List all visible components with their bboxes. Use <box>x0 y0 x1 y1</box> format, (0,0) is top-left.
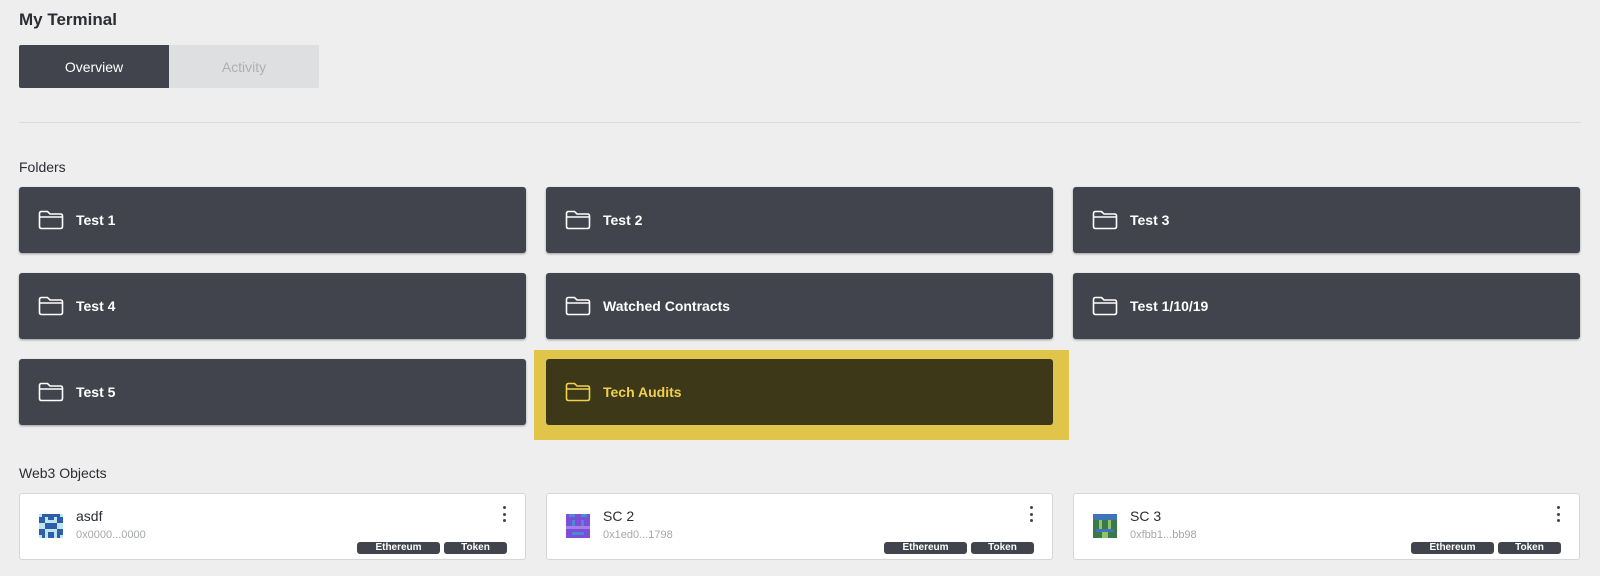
folder-watched-contracts[interactable]: Watched Contracts <box>546 273 1053 339</box>
tab-bar: Overview Activity <box>19 45 319 88</box>
folder-label: Watched Contracts <box>603 298 731 314</box>
folder-label: Test 3 <box>1130 212 1170 228</box>
web3-object-address: 0x0000...0000 <box>76 529 146 541</box>
web3-object-name: asdf <box>76 508 103 524</box>
page-title: My Terminal <box>19 10 117 29</box>
tag-list: Ethereum Token <box>1411 542 1561 554</box>
more-vertical-icon[interactable] <box>497 504 511 524</box>
folder-label: Test 5 <box>76 384 116 400</box>
web3-object-address: 0xfbb1...bb98 <box>1130 529 1197 541</box>
folder-icon <box>565 381 591 403</box>
web3-object-name: SC 3 <box>1130 508 1162 524</box>
tab-activity[interactable]: Activity <box>169 45 319 88</box>
folder-label: Test 1 <box>76 212 116 228</box>
tag-list: Ethereum Token <box>884 542 1034 554</box>
tag-token: Token <box>444 542 507 554</box>
folders-heading: Folders <box>19 159 66 175</box>
page: My Terminal Overview Activity Folders Te… <box>0 0 1600 576</box>
web3-object-card-asdf[interactable]: asdf 0x0000...0000 Ethereum Token <box>19 493 526 560</box>
folder-tech-audits[interactable]: Tech Audits <box>546 359 1053 425</box>
identicon-avatar <box>39 514 63 538</box>
section-divider <box>19 122 1581 123</box>
folder-test-2[interactable]: Test 2 <box>546 187 1053 253</box>
folder-label: Test 4 <box>76 298 116 314</box>
folder-icon <box>565 209 591 231</box>
tag-token: Token <box>1498 542 1561 554</box>
folder-icon <box>565 295 591 317</box>
folder-icon <box>38 295 64 317</box>
identicon-avatar <box>566 514 590 538</box>
folder-test-5[interactable]: Test 5 <box>19 359 526 425</box>
web3-objects-heading: Web3 Objects <box>19 465 107 481</box>
more-vertical-icon[interactable] <box>1551 504 1565 524</box>
folder-test-1[interactable]: Test 1 <box>19 187 526 253</box>
more-vertical-icon[interactable] <box>1024 504 1038 524</box>
tag-token: Token <box>971 542 1034 554</box>
folder-test-1-10-19[interactable]: Test 1/10/19 <box>1073 273 1580 339</box>
folder-icon <box>38 381 64 403</box>
tab-overview[interactable]: Overview <box>19 45 169 88</box>
web3-object-name: SC 2 <box>603 508 635 524</box>
folder-label: Test 2 <box>603 212 643 228</box>
identicon-avatar <box>1093 514 1117 538</box>
folder-test-4[interactable]: Test 4 <box>19 273 526 339</box>
web3-object-card-sc-2[interactable]: SC 2 0x1ed0...1798 Ethereum Token <box>546 493 1053 560</box>
tag-ethereum: Ethereum <box>357 542 440 554</box>
folder-label: Tech Audits <box>603 384 682 400</box>
web3-object-address: 0x1ed0...1798 <box>603 529 673 541</box>
folder-icon <box>1092 295 1118 317</box>
folder-icon <box>38 209 64 231</box>
folder-test-3[interactable]: Test 3 <box>1073 187 1580 253</box>
tag-ethereum: Ethereum <box>884 542 967 554</box>
tag-ethereum: Ethereum <box>1411 542 1494 554</box>
tag-list: Ethereum Token <box>357 542 507 554</box>
folder-icon <box>1092 209 1118 231</box>
folder-label: Test 1/10/19 <box>1130 298 1209 314</box>
web3-object-card-sc-3[interactable]: SC 3 0xfbb1...bb98 Ethereum Token <box>1073 493 1580 560</box>
